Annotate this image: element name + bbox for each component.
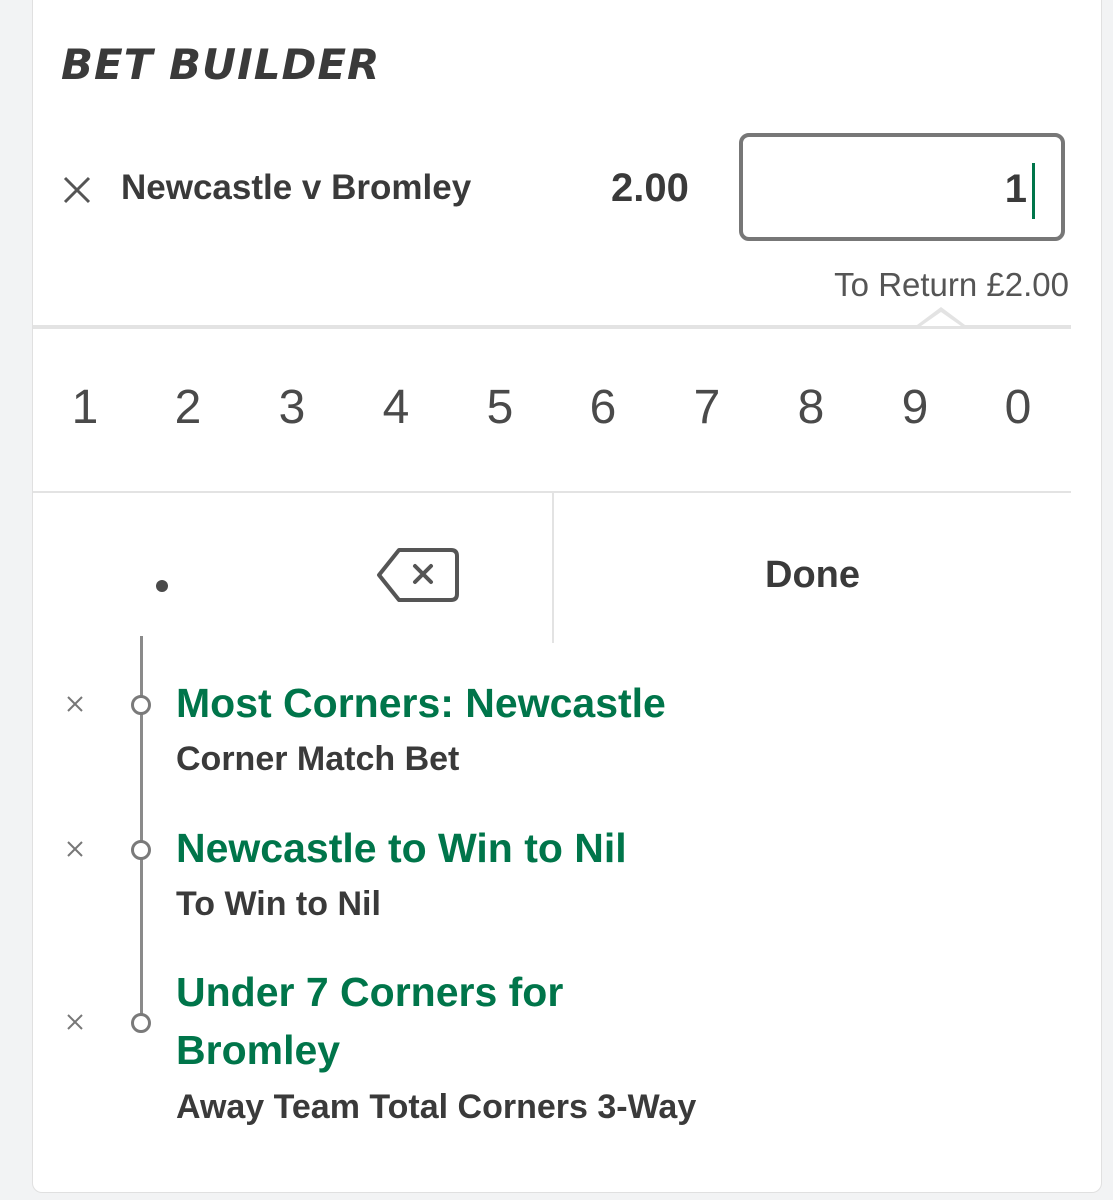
key-1[interactable]: 1	[55, 380, 115, 435]
selection-name: Most Corners: Newcastle	[176, 680, 666, 726]
pointer-arrow-inner	[921, 312, 961, 326]
odds-value: 2.00	[611, 166, 689, 210]
decimal-point-icon[interactable]	[123, 550, 203, 620]
divider	[33, 325, 1071, 329]
done-button[interactable]: Done	[554, 493, 1071, 643]
key-4[interactable]: 4	[366, 380, 426, 435]
bet-row: Newcastle v Bromley 2.00 1	[33, 130, 1101, 248]
stake-input[interactable]: 1	[739, 133, 1065, 241]
close-icon[interactable]	[59, 1006, 91, 1038]
selection-market: Away Team Total Corners 3-Way	[176, 1088, 697, 1126]
timeline-node	[131, 1013, 151, 1033]
key-5[interactable]: 5	[470, 380, 530, 435]
key-6[interactable]: 6	[573, 380, 633, 435]
bet-builder-card: BET BUILDER Newcastle v Bromley 2.00 1 T…	[32, 0, 1102, 1193]
selection-name: Newcastle to Win to Nil	[176, 825, 627, 871]
key-9[interactable]: 9	[885, 380, 945, 435]
close-icon[interactable]	[59, 688, 91, 720]
close-icon[interactable]	[59, 833, 91, 865]
selection-market: Corner Match Bet	[176, 740, 460, 778]
selection-market: To Win to Nil	[176, 885, 381, 923]
selection-name: Under 7 Corners for Bromley	[176, 969, 564, 1073]
stake-value: 1	[1004, 167, 1027, 211]
timeline-node	[131, 840, 151, 860]
timeline-node	[131, 695, 151, 715]
key-8[interactable]: 8	[781, 380, 841, 435]
text-caret	[1032, 163, 1035, 219]
key-0[interactable]: 0	[988, 380, 1048, 435]
page-title: BET BUILDER	[61, 40, 381, 89]
numeric-keypad: 1 2 3 4 5 6 7 8 9 0	[33, 330, 1071, 492]
key-2[interactable]: 2	[158, 380, 218, 435]
match-name: Newcastle v Bromley	[121, 168, 472, 207]
backspace-icon[interactable]	[375, 544, 461, 606]
key-7[interactable]: 7	[677, 380, 737, 435]
close-icon[interactable]	[57, 170, 97, 210]
to-return-text: To Return £2.00	[834, 266, 1069, 303]
key-3[interactable]: 3	[262, 380, 322, 435]
